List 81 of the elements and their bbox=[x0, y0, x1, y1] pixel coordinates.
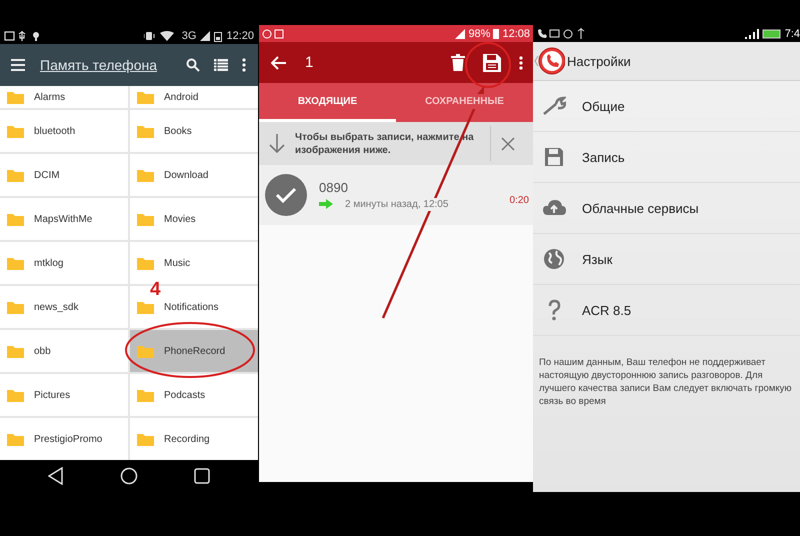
settings-item[interactable]: Запись bbox=[533, 132, 800, 183]
folder-icon bbox=[137, 168, 154, 182]
battery-icon bbox=[214, 30, 222, 42]
battery-icon bbox=[493, 28, 500, 38]
folder-icon bbox=[7, 90, 24, 104]
folder-icon bbox=[137, 124, 154, 138]
recents-icon[interactable] bbox=[194, 468, 210, 484]
app-logo-icon[interactable] bbox=[533, 46, 565, 76]
globe-icon bbox=[542, 248, 566, 270]
folder-item[interactable]: PrestigioPromo bbox=[0, 418, 128, 460]
back-icon[interactable] bbox=[48, 467, 64, 485]
folder-item[interactable]: Download bbox=[130, 154, 258, 196]
screen-title: Настройки bbox=[567, 54, 631, 68]
wrench-icon bbox=[542, 96, 566, 116]
call-duration: 0:20 bbox=[510, 195, 529, 206]
folder-icon bbox=[137, 432, 154, 446]
folder-icon bbox=[7, 212, 24, 226]
highlight-circle bbox=[465, 42, 511, 88]
folder-icon bbox=[7, 344, 24, 358]
more-icon[interactable] bbox=[519, 56, 523, 70]
folder-item[interactable]: Alarms bbox=[0, 86, 128, 108]
notification-icons bbox=[262, 28, 286, 38]
settings-item[interactable]: Язык bbox=[533, 234, 800, 285]
back-arrow-icon[interactable] bbox=[271, 56, 287, 70]
contact-avatar[interactable] bbox=[265, 174, 307, 216]
settings-item[interactable]: Общие bbox=[533, 81, 800, 132]
save-icon[interactable] bbox=[483, 54, 501, 72]
folder-icon bbox=[137, 344, 154, 358]
network-type: 3G bbox=[182, 30, 196, 42]
incoming-call-icon bbox=[319, 199, 333, 209]
list-view-icon[interactable] bbox=[214, 59, 228, 71]
delete-icon[interactable] bbox=[451, 54, 465, 71]
folder-item[interactable]: Podcasts bbox=[130, 374, 258, 416]
folder-icon bbox=[7, 388, 24, 402]
status-time: 7:4 bbox=[784, 28, 800, 40]
folder-item[interactable]: MapsWithMe bbox=[0, 198, 128, 240]
status-time: 12:20 bbox=[226, 30, 254, 42]
folder-item[interactable]: Movies bbox=[130, 198, 258, 240]
folder-icon bbox=[137, 90, 154, 104]
folder-item[interactable]: DCIM bbox=[0, 154, 128, 196]
menu-icon[interactable] bbox=[10, 58, 26, 72]
hint-text: Чтобы выбрать записи, нажмите на изображения ниже. bbox=[295, 130, 475, 156]
down-arrow-icon bbox=[269, 134, 285, 154]
folder-item[interactable]: PhoneRecord bbox=[130, 330, 258, 372]
folder-icon bbox=[7, 124, 24, 138]
storage-dropdown[interactable]: Память телефона bbox=[40, 57, 172, 73]
folder-icon bbox=[137, 212, 154, 226]
folder-item[interactable]: bluetooth bbox=[0, 110, 128, 152]
folder-item[interactable]: news_sdk bbox=[0, 286, 128, 328]
folder-icon bbox=[137, 388, 154, 402]
more-icon[interactable] bbox=[242, 58, 246, 72]
signal-icon bbox=[455, 28, 466, 38]
signal-icon bbox=[744, 28, 759, 38]
settings-item[interactable]: ACR 8.5 bbox=[533, 285, 800, 336]
folder-icon bbox=[137, 300, 154, 314]
folder-icon bbox=[7, 168, 24, 182]
search-icon[interactable] bbox=[186, 58, 200, 72]
folder-item[interactable]: obb bbox=[0, 330, 128, 372]
home-icon[interactable] bbox=[120, 467, 138, 485]
info-paragraph: По нашим данным, Ваш телефон не поддерживает настоящую двустороннюю запись разговоров. Для лучшего качества записи Вам следует включать громкую связь во время bbox=[539, 356, 792, 408]
status-time: 12:08 bbox=[502, 28, 530, 40]
folder-icon bbox=[137, 256, 154, 270]
recording-item[interactable]: 0890 2 минуты назад, 12:05 0:20 bbox=[259, 165, 533, 225]
folder-item[interactable]: Books bbox=[130, 110, 258, 152]
phone-number: 0890 bbox=[319, 180, 349, 194]
folder-icon bbox=[7, 300, 24, 314]
notification-icons bbox=[537, 28, 587, 39]
folder-item[interactable]: Pictures bbox=[0, 374, 128, 416]
settings-item[interactable]: Облачные сервисы bbox=[533, 183, 800, 234]
folder-icon bbox=[7, 256, 24, 270]
battery-percent: 98% bbox=[468, 28, 490, 40]
battery-icon bbox=[762, 28, 782, 38]
signal-icon bbox=[200, 31, 210, 41]
cloud-upload-icon bbox=[542, 198, 566, 218]
call-time: 2 минуты назад, 12:05 bbox=[343, 198, 450, 210]
close-icon[interactable] bbox=[501, 136, 515, 150]
folder-item[interactable]: Android bbox=[130, 86, 258, 108]
folder-item[interactable]: mtklog bbox=[0, 242, 128, 284]
selection-count: 1 bbox=[305, 54, 314, 71]
folder-item[interactable]: Recording bbox=[130, 418, 258, 460]
folder-icon bbox=[7, 432, 24, 446]
